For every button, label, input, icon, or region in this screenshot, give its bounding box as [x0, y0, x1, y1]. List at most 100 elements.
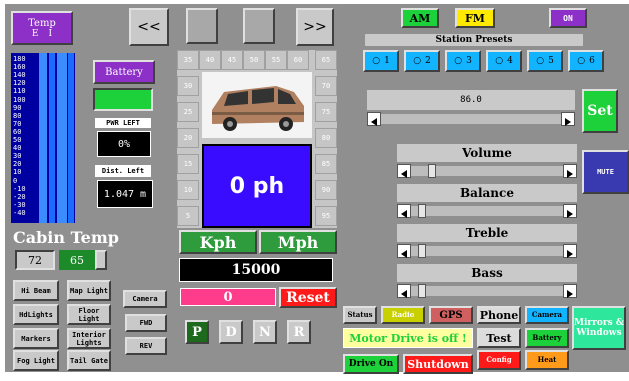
- slider-thumb[interactable]: [428, 164, 437, 178]
- mirrors-windows-button[interactable]: Mirrors & Windows: [572, 306, 626, 350]
- radio-menu-button[interactable]: Radio: [381, 306, 425, 324]
- preset-2-button[interactable]: ○ 2: [404, 50, 440, 72]
- blank-button-1[interactable]: [186, 8, 218, 44]
- mph-button[interactable]: Mph: [259, 230, 337, 254]
- battery-button[interactable]: Battery: [93, 60, 155, 84]
- arrow-right-icon[interactable]: [563, 284, 577, 298]
- arrow-left-icon[interactable]: [397, 244, 411, 258]
- frequency-left-arrow[interactable]: [367, 112, 381, 126]
- trip-meter: 0: [180, 288, 276, 306]
- thermometer-tick: 160: [13, 63, 26, 72]
- gear-p-button[interactable]: P: [185, 320, 209, 344]
- gear-n-button[interactable]: N: [253, 320, 277, 344]
- arrow-right-icon[interactable]: [563, 164, 577, 178]
- dist-left-value: 1.047 m: [97, 180, 153, 208]
- hi-beam-button[interactable]: Hi Beam: [13, 280, 59, 301]
- radio-dot-icon: ○: [495, 56, 504, 66]
- speed-display: 0 ph: [202, 144, 312, 228]
- speedometer: 0 ph 35 30 25 20 15 10 5 40 45 50 55 60 65 70 75 80 85 90…: [177, 50, 337, 228]
- arrow-left-icon[interactable]: [397, 164, 411, 178]
- thermometer-scale: 180 160 140 120 110 100 90 80 70 60 50 40 30 20 10 0 -10…: [12, 56, 38, 220]
- thermometer: 180 160 140 120 110 100 90 80 70 60 50 40 30 20 10 0 -10…: [11, 53, 75, 223]
- fwd-camera-button[interactable]: FWD: [125, 314, 167, 332]
- volume-slider[interactable]: [397, 164, 577, 178]
- gear-r-button[interactable]: R: [287, 320, 311, 344]
- speedo-tick: 70: [315, 76, 337, 96]
- frequency-right-arrow[interactable]: [561, 112, 575, 126]
- temp-unit-row: E I: [32, 29, 52, 39]
- tail-gate-button[interactable]: Tail Gate: [67, 350, 111, 371]
- preset-5-button[interactable]: ○ 5: [527, 50, 563, 72]
- preset-4-button[interactable]: ○ 4: [486, 50, 522, 72]
- gps-menu-button[interactable]: GPS: [429, 306, 473, 324]
- arrow-left-icon[interactable]: [397, 284, 411, 298]
- thermometer-bar-2: [49, 53, 55, 223]
- fog-light-button[interactable]: Fog Light: [13, 350, 59, 371]
- odometer: 15000: [179, 258, 333, 282]
- speedo-tick: 40: [199, 50, 221, 70]
- map-light-button[interactable]: Map Light: [67, 280, 111, 301]
- heat-menu-button[interactable]: Heat: [525, 350, 569, 370]
- phone-menu-button[interactable]: Phone: [477, 306, 521, 324]
- temp-unit-i[interactable]: I: [49, 29, 53, 39]
- pwr-left-label: PWR LEFT: [95, 118, 151, 128]
- interior-lights-button[interactable]: Interior Lights: [67, 328, 111, 349]
- kph-button[interactable]: Kph: [179, 230, 257, 254]
- bass-slider[interactable]: [397, 284, 577, 298]
- am-button[interactable]: AM: [401, 8, 439, 28]
- rev-camera-button[interactable]: REV: [125, 337, 167, 355]
- gear-d-button[interactable]: D: [219, 320, 243, 344]
- blank-button-2[interactable]: [243, 8, 275, 44]
- arrow-right-icon[interactable]: [563, 244, 577, 258]
- treble-label: Treble: [397, 224, 577, 242]
- thermometer-tick: 10: [13, 168, 22, 177]
- radio-dot-icon: ○: [536, 56, 545, 66]
- pwr-left-value: 0%: [97, 131, 151, 157]
- mute-button[interactable]: MUTE: [582, 150, 629, 194]
- temp-unit-box[interactable]: Temp E I: [11, 11, 73, 45]
- prev-button[interactable]: <<: [129, 8, 169, 46]
- motor-status-label: Motor Drive is off !: [343, 328, 473, 348]
- preset-1-button[interactable]: ○ 1: [363, 50, 399, 72]
- thermometer-bar-4: [68, 53, 74, 223]
- arrow-right-icon: [565, 118, 571, 126]
- speedo-tick: 55: [265, 50, 287, 70]
- status-menu-button[interactable]: Status: [343, 306, 377, 324]
- floor-light-button[interactable]: Floor Light: [67, 304, 111, 325]
- cabin-temp-stepper[interactable]: [95, 250, 107, 270]
- camera-menu-button[interactable]: Camera: [525, 306, 569, 324]
- reset-button[interactable]: Reset: [279, 287, 337, 308]
- next-button[interactable]: >>: [296, 8, 334, 46]
- slider-thumb[interactable]: [418, 204, 427, 218]
- arrow-left-icon[interactable]: [397, 204, 411, 218]
- fm-button[interactable]: FM: [455, 8, 495, 28]
- drive-on-button[interactable]: Drive On: [343, 354, 399, 374]
- preset-label: 5: [548, 56, 554, 66]
- balance-label: Balance: [397, 184, 577, 202]
- camera-toggle-button[interactable]: Camera: [123, 290, 167, 308]
- radio-panel: AM FM ON Station Presets 86.0 Set MUTE S…: [341, 4, 629, 374]
- frequency-slider[interactable]: [367, 112, 575, 126]
- temp-unit-e[interactable]: E: [32, 29, 39, 39]
- thermometer-bar: [39, 53, 47, 223]
- arrow-right-icon[interactable]: [563, 204, 577, 218]
- config-menu-button[interactable]: Config: [477, 350, 521, 370]
- thermometer-tick: 50: [13, 136, 22, 144]
- battery-menu-button[interactable]: Battery: [525, 328, 569, 348]
- treble-slider[interactable]: [397, 244, 577, 258]
- cabin-setpoint[interactable]: 72: [15, 250, 55, 270]
- hd-lights-button[interactable]: HdLights: [13, 304, 59, 325]
- set-button[interactable]: Set: [582, 89, 618, 133]
- preset-3-button[interactable]: ○ 3: [445, 50, 481, 72]
- balance-slider[interactable]: [397, 204, 577, 218]
- test-menu-button[interactable]: Test: [477, 328, 521, 348]
- slider-thumb[interactable]: [418, 244, 427, 258]
- preset-6-button[interactable]: ○ 6: [568, 50, 604, 72]
- thermometer-tick: 0: [13, 176, 18, 185]
- shutdown-button[interactable]: Shutdown: [403, 354, 473, 374]
- slider-thumb[interactable]: [418, 284, 427, 298]
- radio-power-button[interactable]: ON: [549, 8, 587, 28]
- markers-button[interactable]: Markers: [13, 328, 59, 349]
- thermometer-tick: 70: [13, 119, 22, 128]
- van-icon: [212, 86, 304, 131]
